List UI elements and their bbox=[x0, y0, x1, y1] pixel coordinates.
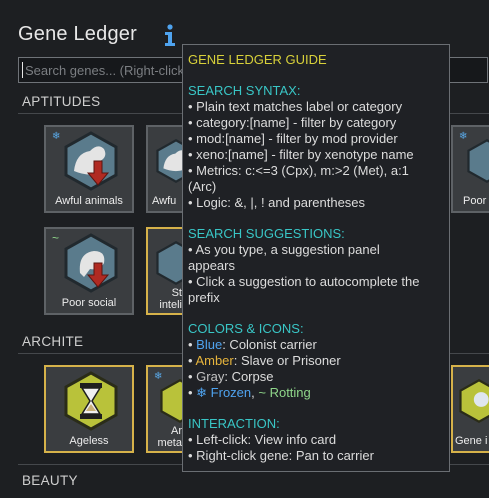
suggestions-line: appears bbox=[188, 258, 235, 273]
page-title: Gene Ledger bbox=[18, 22, 137, 45]
interaction-line: • Right-click gene: Pan to carrier bbox=[188, 448, 374, 463]
search-syntax-line: (Arc) bbox=[188, 179, 217, 194]
section-aptitudes: APTITUDES bbox=[22, 94, 101, 109]
help-tooltip: GENE LEDGER GUIDE SEARCH SYNTAX: • Plain… bbox=[182, 44, 450, 472]
suggestions-line: • As you type, a suggestion panel bbox=[188, 242, 380, 257]
search-syntax-line: • xeno:[name] - filter by xenotype name bbox=[188, 147, 414, 162]
tooltip-title: GENE LEDGER GUIDE bbox=[188, 52, 327, 67]
gene-card-awful-partial[interactable]: Awfu bbox=[146, 125, 196, 213]
gene-card-label: Awful animals bbox=[55, 195, 123, 207]
bullet: • bbox=[188, 337, 197, 352]
section-archite: ARCHITE bbox=[22, 334, 84, 349]
interaction-heading: INTERACTION: bbox=[188, 416, 280, 431]
gene-hex-icon bbox=[64, 131, 118, 191]
label-line-2: meta bbox=[157, 437, 182, 449]
search-syntax-line: • mod:[name] - filter by mod provider bbox=[188, 131, 398, 146]
rotting-label: ~ Rotting bbox=[258, 385, 311, 400]
info-button[interactable] bbox=[161, 22, 179, 48]
colors-heading: COLORS & ICONS: bbox=[188, 321, 304, 336]
gene-card-ar-meta[interactable]: ❄ Ar meta bbox=[146, 365, 200, 453]
color-word-blue: Blue bbox=[196, 337, 223, 352]
suggestions-heading: SEARCH SUGGESTIONS: bbox=[188, 226, 345, 241]
color-legend-blue: • Blue: Colonist carrier bbox=[188, 337, 443, 353]
color-desc: : Slave or Prisoner bbox=[233, 353, 341, 368]
color-word-gray: Gray bbox=[196, 369, 225, 384]
color-legend-gray: • Gray: Corpse bbox=[188, 369, 443, 385]
gene-card-awful-animals[interactable]: ❄ Awful animals bbox=[44, 125, 134, 213]
gene-card-label: Ageless bbox=[69, 435, 109, 447]
icon-legend: • ❄ Frozen, ~ Rotting bbox=[188, 385, 443, 401]
search-syntax-line: • Logic: &, |, ! and parentheses bbox=[188, 195, 366, 210]
text-caret bbox=[22, 62, 23, 78]
search-syntax-line: • Metrics: c:<=3 (Cpx), m:>2 (Met), a:1 bbox=[188, 163, 409, 178]
rotting-icon: ~ bbox=[52, 231, 60, 245]
gene-card-label: Awfu bbox=[152, 195, 177, 207]
bullet: • bbox=[188, 385, 197, 400]
color-legend-amber: • Amber: Slave or Prisoner bbox=[188, 353, 443, 369]
label-line-1: Ar bbox=[171, 425, 182, 437]
gene-hex-icon bbox=[64, 371, 118, 431]
gene-hex-icon bbox=[467, 138, 489, 184]
color-desc: : Corpse bbox=[224, 369, 274, 384]
search-syntax-line: • category:[name] - filter by category bbox=[188, 115, 397, 130]
gene-card-label: Gene i bbox=[455, 435, 488, 447]
label-line-2: inteli bbox=[159, 299, 182, 311]
gene-card-st-inteli[interactable]: St inteli bbox=[146, 227, 196, 315]
gene-hex-icon bbox=[64, 233, 118, 293]
color-word-amber: Amber bbox=[195, 353, 234, 368]
search-syntax-line: • Plain text matches label or category bbox=[188, 99, 403, 114]
gene-card-poor-social[interactable]: ~ Poor social bbox=[44, 227, 134, 315]
color-desc: : Colonist carrier bbox=[222, 337, 317, 352]
interaction-line: • Left-click: View info card bbox=[188, 432, 337, 447]
gene-card-label: Ar meta bbox=[148, 425, 182, 449]
gene-card-label: St inteli bbox=[148, 287, 182, 311]
search-syntax-heading: SEARCH SYNTAX: bbox=[188, 83, 301, 98]
gene-card-ageless[interactable]: Ageless bbox=[44, 365, 134, 453]
gene-card-label: Poor bbox=[463, 195, 487, 207]
header: Gene Ledger bbox=[18, 18, 137, 50]
gene-card-gene-partial[interactable]: Gene i bbox=[451, 365, 489, 453]
suggestions-line: prefix bbox=[188, 290, 220, 305]
label-line-1: St bbox=[171, 287, 182, 299]
suggestions-line: • Click a suggestion to autocomplete the bbox=[188, 274, 420, 289]
info-icon bbox=[165, 24, 175, 46]
frozen-label: ❄ Frozen bbox=[196, 385, 252, 400]
gene-card-label: Poor social bbox=[61, 297, 117, 309]
section-beauty: BEAUTY bbox=[22, 473, 78, 488]
snowflake-icon: ❄ bbox=[52, 131, 61, 142]
bullet: • bbox=[188, 369, 197, 384]
gene-hex-icon bbox=[459, 378, 489, 424]
gene-card-poor-partial[interactable]: ❄ Poor bbox=[451, 125, 489, 213]
